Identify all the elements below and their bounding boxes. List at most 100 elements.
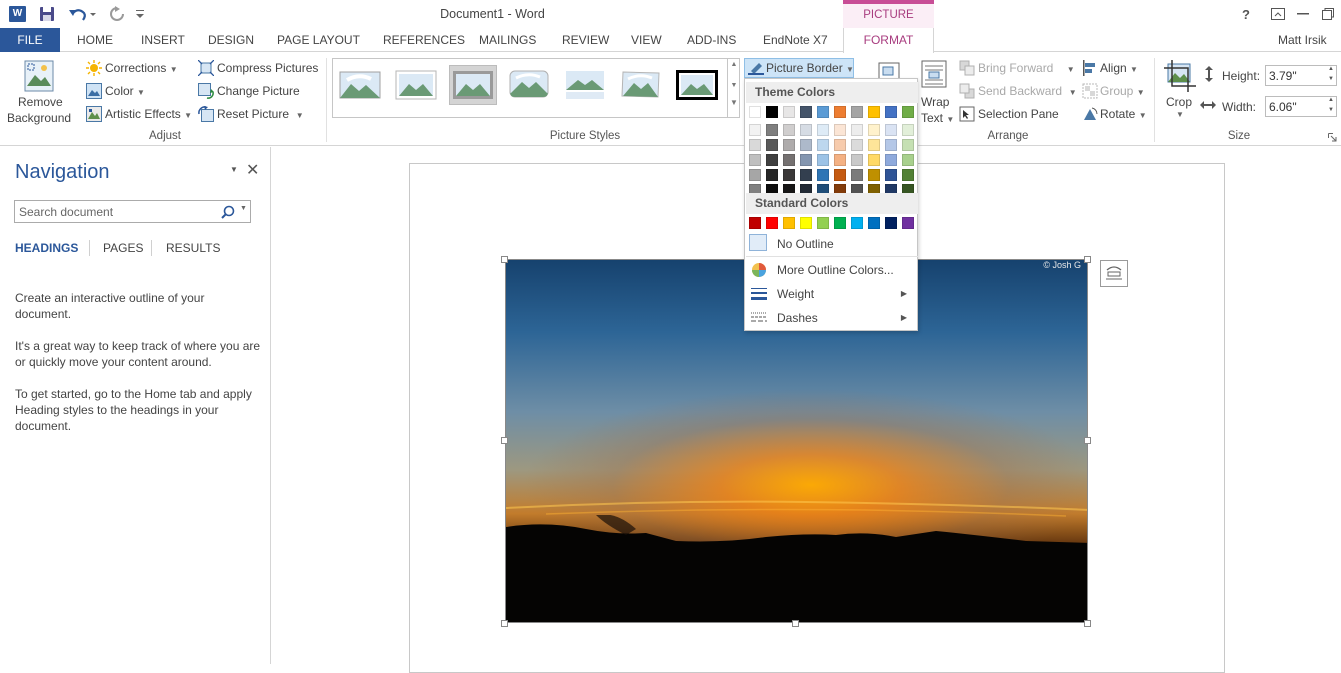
resize-handle-top-right[interactable] [1084, 256, 1091, 263]
theme-color-swatch[interactable] [749, 169, 761, 181]
picture-style-thumb-1[interactable] [339, 70, 381, 100]
change-picture-button[interactable]: Change Picture [217, 84, 300, 98]
selection-pane-button[interactable]: Selection Pane [978, 107, 1059, 121]
color-button[interactable]: Color ▼ [105, 84, 145, 98]
theme-color-swatch[interactable] [783, 124, 795, 136]
theme-color-swatch[interactable] [766, 169, 778, 181]
crop-button[interactable]: Crop [1166, 95, 1192, 109]
theme-color-swatch[interactable] [885, 154, 897, 166]
no-outline-item[interactable]: No Outline [777, 237, 834, 251]
resize-handle-top-left[interactable] [501, 256, 508, 263]
theme-color-swatch[interactable] [851, 106, 863, 118]
tab-format[interactable]: FORMAT [843, 28, 934, 53]
nav-options-caret-icon[interactable]: ▼ [230, 165, 238, 174]
standard-color-swatch[interactable] [851, 217, 863, 229]
nav-tab-pages[interactable]: PAGES [103, 241, 143, 255]
minimize-icon[interactable] [1297, 13, 1309, 16]
nav-tab-results[interactable]: RESULTS [166, 241, 220, 255]
theme-color-swatch[interactable] [817, 139, 829, 151]
theme-color-swatch[interactable] [885, 139, 897, 151]
theme-color-swatch[interactable] [834, 169, 846, 181]
width-down-icon[interactable]: ▼ [1328, 107, 1334, 113]
align-button[interactable]: Align ▼ [1100, 61, 1138, 75]
nav-search-box[interactable]: ▼ [14, 200, 251, 223]
resize-handle-bottom[interactable] [792, 620, 799, 627]
theme-color-swatch[interactable] [851, 154, 863, 166]
theme-color-swatch[interactable] [800, 124, 812, 136]
theme-color-swatch[interactable] [902, 169, 914, 181]
gallery-scroll[interactable]: ▲ ▼ ▼ [727, 58, 740, 118]
theme-color-swatch[interactable] [800, 106, 812, 118]
restore-icon[interactable] [1322, 8, 1334, 20]
picture-style-thumb-2[interactable] [395, 70, 437, 100]
theme-color-swatch[interactable] [800, 139, 812, 151]
standard-color-swatch[interactable] [902, 217, 914, 229]
theme-color-swatch[interactable] [834, 154, 846, 166]
theme-color-swatch[interactable] [817, 106, 829, 118]
theme-color-swatch[interactable] [851, 139, 863, 151]
resize-handle-left[interactable] [501, 437, 508, 444]
reset-picture-button[interactable]: Reset Picture ▼ [217, 107, 304, 121]
tab-view[interactable]: VIEW [631, 28, 662, 52]
resize-handle-right[interactable] [1084, 437, 1091, 444]
picture-style-thumb-3[interactable] [452, 70, 494, 100]
theme-color-swatch[interactable] [834, 106, 846, 118]
tab-add-ins[interactable]: ADD-INS [687, 28, 736, 52]
crop-caret-icon[interactable]: ▼ [1176, 110, 1184, 119]
standard-color-swatch[interactable] [834, 217, 846, 229]
nav-close-icon[interactable]: ✕ [246, 160, 259, 180]
theme-color-swatch[interactable] [817, 124, 829, 136]
theme-color-swatch[interactable] [868, 124, 880, 136]
theme-color-swatch[interactable] [868, 139, 880, 151]
send-backward-button[interactable]: Send Backward ▼ [978, 84, 1077, 98]
theme-color-swatch[interactable] [885, 124, 897, 136]
theme-color-swatch[interactable] [851, 169, 863, 181]
standard-color-swatch[interactable] [817, 217, 829, 229]
theme-color-swatch[interactable] [766, 154, 778, 166]
user-name[interactable]: Matt Irsik [1278, 33, 1327, 47]
theme-color-swatch[interactable] [783, 106, 795, 118]
picture-style-thumb-4[interactable] [508, 70, 550, 100]
gallery-more-icon[interactable]: ▼ [728, 98, 740, 107]
theme-color-swatch[interactable] [749, 139, 761, 151]
search-icon[interactable] [221, 205, 235, 219]
theme-color-swatch[interactable] [783, 169, 795, 181]
ribbon-display-icon[interactable] [1271, 8, 1285, 20]
compress-pictures-button[interactable]: Compress Pictures [217, 61, 318, 75]
theme-color-swatch[interactable] [800, 169, 812, 181]
theme-color-swatch[interactable] [749, 154, 761, 166]
remove-background-label-1[interactable]: Remove [18, 95, 63, 109]
artistic-effects-button[interactable]: Artistic Effects ▼ [105, 107, 192, 121]
standard-color-swatch[interactable] [885, 217, 897, 229]
standard-color-swatch[interactable] [783, 217, 795, 229]
dashes-item[interactable]: Dashes [777, 311, 818, 325]
theme-color-swatch[interactable] [902, 154, 914, 166]
theme-color-swatch[interactable] [817, 169, 829, 181]
picture-style-thumb-6[interactable] [620, 70, 662, 100]
theme-color-swatch[interactable] [868, 169, 880, 181]
theme-color-swatch[interactable] [851, 124, 863, 136]
tab-insert[interactable]: INSERT [141, 28, 185, 52]
theme-color-swatch[interactable] [749, 106, 761, 118]
picture-style-thumb-7[interactable] [676, 70, 718, 100]
weight-item[interactable]: Weight [777, 287, 814, 301]
nav-tab-headings[interactable]: HEADINGS [15, 241, 78, 255]
tab-page-layout[interactable]: PAGE LAYOUT [277, 28, 360, 52]
standard-color-swatch[interactable] [766, 217, 778, 229]
standard-color-swatch[interactable] [868, 217, 880, 229]
remove-background-label-2[interactable]: Background [7, 111, 71, 125]
theme-color-swatch[interactable] [783, 154, 795, 166]
theme-color-swatch[interactable] [902, 124, 914, 136]
layout-options-icon[interactable] [1100, 260, 1128, 287]
theme-color-swatch[interactable] [834, 139, 846, 151]
height-up-icon[interactable]: ▲ [1328, 66, 1334, 72]
picture-style-thumb-5[interactable] [564, 70, 606, 100]
theme-color-swatch[interactable] [868, 106, 880, 118]
tab-mailings[interactable]: MAILINGS [479, 28, 536, 52]
width-value[interactable]: 6.06" [1269, 100, 1297, 114]
theme-color-swatch[interactable] [749, 124, 761, 136]
tab-home[interactable]: HOME [77, 28, 113, 52]
nav-search-input[interactable] [15, 201, 215, 222]
theme-color-swatch[interactable] [902, 139, 914, 151]
theme-color-swatch[interactable] [800, 154, 812, 166]
